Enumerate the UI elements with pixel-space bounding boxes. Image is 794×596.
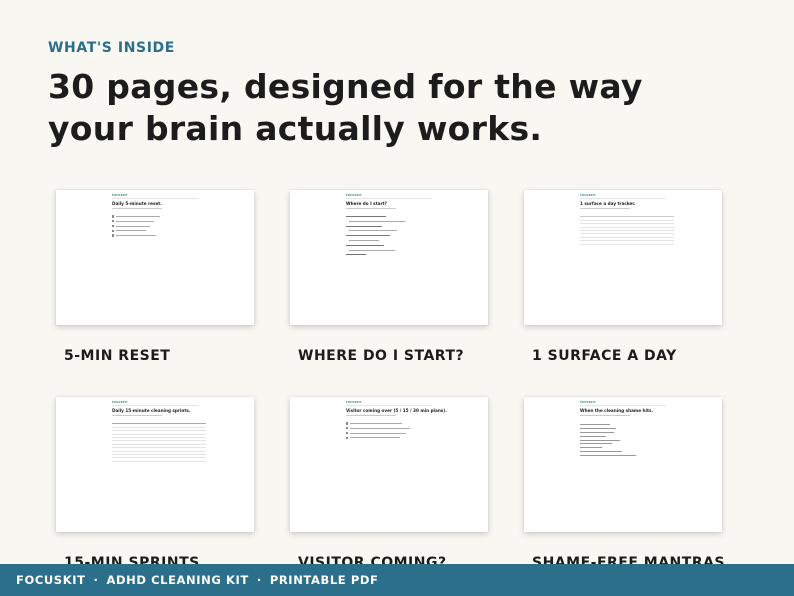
thumbnail-brand: FOCUSKIT — [112, 194, 128, 197]
thumbnail-subtitle — [346, 415, 396, 416]
page-number: — — [196, 318, 198, 320]
page-thumbnail: FOCUSKIT When the cleaning shame hits. — — [524, 397, 722, 532]
footer-format: PRINTABLE PDF — [269, 573, 379, 587]
thumbnail-brand: FOCUSKIT — [580, 401, 596, 404]
divider — [580, 198, 666, 199]
page-thumbnail: FOCUSKIT 1 surface a day tracker. — — [524, 190, 722, 325]
thumbnail-brand: FOCUSKIT — [112, 401, 128, 404]
page-number: — — [664, 525, 666, 527]
card-label: WHERE DO I START? — [298, 348, 465, 364]
page-number: — — [664, 318, 666, 320]
footer-product: ADHD CLEANING KIT — [106, 573, 249, 587]
footer-separator: · — [256, 573, 262, 587]
preview-card-where-do-i-start: FOCUSKIT Where do I start? — WHERE DO I … — [290, 190, 488, 364]
thumbnail-checklist — [112, 214, 202, 238]
thumbnail-title: Where do I start? — [346, 201, 387, 206]
thumbnail-brand: FOCUSKIT — [346, 194, 362, 197]
preview-card-shame-free-mantras: FOCUSKIT When the cleaning shame hits. —… — [524, 397, 725, 571]
page-number: — — [430, 525, 432, 527]
thumbnail-table — [112, 421, 206, 462]
footer-separator: · — [93, 573, 99, 587]
eyebrow: WHAT'S INSIDE — [48, 40, 175, 56]
card-label: 1 SURFACE A DAY — [532, 348, 677, 364]
page-thumbnail: FOCUSKIT Daily 5-minute reset. — — [56, 190, 254, 325]
thumbnail-mantra-list — [580, 421, 670, 459]
thumbnail-title: Daily 5-minute reset. — [112, 201, 162, 206]
page-number: — — [196, 525, 198, 527]
preview-card-1-surface-a-day: FOCUSKIT 1 surface a day tracker. — 1 SU… — [524, 190, 722, 364]
thumbnail-subtitle — [346, 208, 396, 209]
headline-line-1: 30 pages, designed for the way — [48, 67, 643, 106]
thumbnail-subtitle — [580, 415, 630, 416]
thumbnail-brand: FOCUSKIT — [580, 194, 596, 197]
preview-card-visitor-coming: FOCUSKIT Visitor coming over (5 / 15 / 3… — [290, 397, 488, 571]
thumbnail-brand: FOCUSKIT — [346, 401, 362, 404]
divider — [112, 405, 198, 406]
footer-bar: FOCUSKIT · ADHD CLEANING KIT · PRINTABLE… — [0, 564, 794, 596]
divider — [346, 198, 432, 199]
thumbnail-subtitle — [112, 415, 162, 416]
thumbnail-numbered-list — [346, 214, 436, 257]
headline-line-2: your brain actually works. — [48, 109, 543, 148]
thumbnail-title: 1 surface a day tracker. — [580, 201, 636, 206]
thumbnail-title: Daily 15-minute cleaning sprints. — [112, 408, 191, 413]
divider — [112, 198, 198, 199]
thumbnail-checklist — [346, 421, 436, 440]
thumbnail-title: When the cleaning shame hits. — [580, 408, 654, 413]
preview-card-5-min-reset: FOCUSKIT Daily 5-minute reset. — 5-MIN R… — [56, 190, 254, 364]
divider — [580, 405, 666, 406]
page-thumbnail: FOCUSKIT Where do I start? — — [290, 190, 488, 325]
footer-brand: FOCUSKIT — [16, 573, 86, 587]
thumbnail-subtitle — [580, 208, 630, 209]
thumbnail-table — [580, 214, 674, 245]
card-label: 5-MIN RESET — [64, 348, 171, 364]
divider — [346, 405, 432, 406]
page-thumbnail: FOCUSKIT Daily 15-minute cleaning sprint… — [56, 397, 254, 532]
page-thumbnail: FOCUSKIT Visitor coming over (5 / 15 / 3… — [290, 397, 488, 532]
preview-card-15-min-sprints: FOCUSKIT Daily 15-minute cleaning sprint… — [56, 397, 254, 571]
page-number: — — [430, 318, 432, 320]
page-title: 30 pages, designed for the way your brai… — [48, 66, 748, 150]
thumbnail-title: Visitor coming over (5 / 15 / 30 min pla… — [346, 408, 447, 413]
thumbnail-subtitle — [112, 208, 162, 209]
